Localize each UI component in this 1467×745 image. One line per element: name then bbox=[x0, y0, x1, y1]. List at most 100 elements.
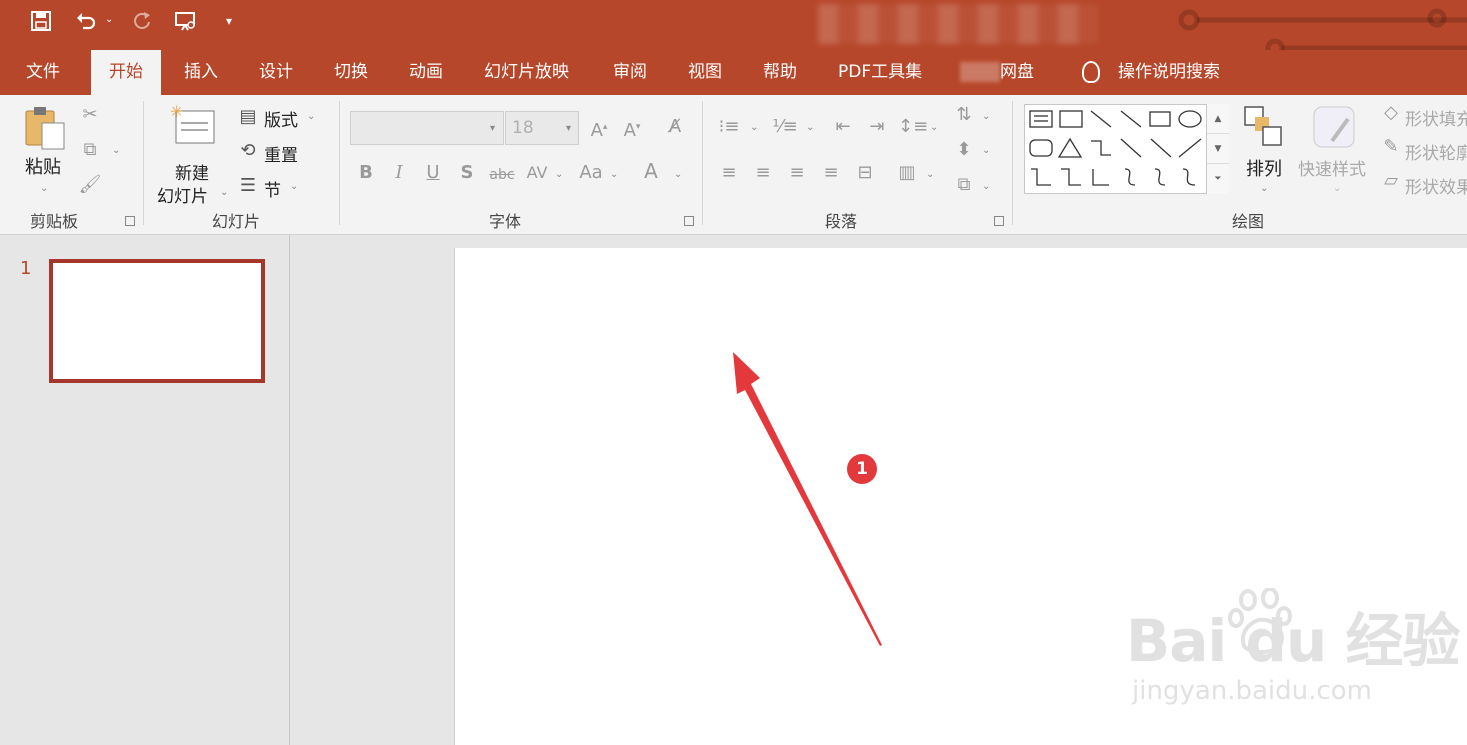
double-arrow-shape-icon[interactable] bbox=[1178, 138, 1202, 158]
decrease-indent-icon[interactable]: ⇤ bbox=[830, 117, 856, 137]
tab-pdf-tools[interactable]: PDF工具集 bbox=[838, 50, 922, 95]
copy-icon[interactable]: ⧉ bbox=[78, 140, 102, 160]
shape-outline-button[interactable]: 形状轮廓 bbox=[1405, 139, 1467, 164]
shadow-icon[interactable]: S bbox=[456, 163, 478, 183]
redo-icon[interactable] bbox=[128, 10, 156, 38]
tab-help[interactable]: 帮助 bbox=[763, 50, 797, 95]
tab-review[interactable]: 审阅 bbox=[613, 50, 647, 95]
font-size-dropdown-icon[interactable]: ▾ bbox=[566, 123, 571, 134]
diagonal-line-shape-icon[interactable] bbox=[1120, 138, 1142, 158]
tab-insert[interactable]: 插入 bbox=[184, 50, 218, 95]
align-right-icon[interactable]: ≡ bbox=[784, 163, 810, 183]
diagonal-arrow-shape-icon[interactable] bbox=[1150, 138, 1172, 158]
columns-icon[interactable]: ▥ bbox=[894, 163, 920, 183]
arrange-dropdown-icon[interactable]: ⌄ bbox=[1260, 183, 1268, 194]
align-text-dropdown-icon[interactable]: ⌄ bbox=[982, 145, 990, 156]
font-color-dropdown-icon[interactable]: ⌄ bbox=[674, 169, 682, 180]
undo-dropdown-icon[interactable]: ⌄ bbox=[105, 14, 113, 25]
line-spacing-icon[interactable]: ↕≡ bbox=[898, 117, 928, 137]
layout-button[interactable]: 版式 bbox=[264, 106, 298, 131]
font-launcher-icon[interactable] bbox=[684, 216, 694, 226]
font-name-dropdown-icon[interactable]: ▾ bbox=[490, 123, 495, 134]
underline-icon[interactable]: U bbox=[422, 163, 444, 183]
text-direction-dropdown-icon[interactable]: ⌄ bbox=[982, 111, 990, 122]
change-case-dropdown-icon[interactable]: ⌄ bbox=[610, 169, 618, 180]
tell-me-search[interactable]: 操作说明搜索 bbox=[1082, 50, 1220, 95]
shape-outline-icon[interactable]: ✎ bbox=[1380, 137, 1402, 157]
elbow-shape-icon[interactable] bbox=[1031, 168, 1051, 186]
italic-icon[interactable]: I bbox=[388, 163, 410, 183]
numbering-icon[interactable]: ⅟≡ bbox=[772, 117, 798, 137]
tab-design[interactable]: 设计 bbox=[259, 50, 293, 95]
numbering-dropdown-icon[interactable]: ⌄ bbox=[806, 122, 814, 133]
section-dropdown-icon[interactable]: ⌄ bbox=[290, 181, 298, 192]
vertical-textbox-shape-icon[interactable] bbox=[1059, 110, 1083, 128]
new-slide-icon[interactable]: ✳ bbox=[168, 102, 218, 151]
undo-icon[interactable] bbox=[72, 10, 100, 38]
paragraph-launcher-icon[interactable] bbox=[994, 216, 1004, 226]
shapes-gallery[interactable] bbox=[1024, 104, 1229, 194]
font-name-combo[interactable] bbox=[350, 111, 504, 145]
bold-icon[interactable]: B bbox=[355, 163, 377, 183]
tab-animations[interactable]: 动画 bbox=[409, 50, 443, 95]
save-icon[interactable] bbox=[27, 10, 55, 38]
section-icon[interactable]: ☰ bbox=[236, 176, 260, 196]
paste-dropdown-icon[interactable]: ⌄ bbox=[40, 183, 48, 194]
bullets-icon[interactable]: ⁝≡ bbox=[716, 117, 742, 137]
curved-double-arrow-shape-icon[interactable] bbox=[1182, 168, 1196, 186]
tab-view[interactable]: 视图 bbox=[688, 50, 722, 95]
textbox-shape-icon[interactable] bbox=[1029, 110, 1053, 128]
char-spacing-icon[interactable]: AV bbox=[524, 163, 550, 183]
smartart-dropdown-icon[interactable]: ⌄ bbox=[982, 181, 990, 192]
section-button[interactable]: 节 bbox=[264, 176, 281, 201]
arrange-button[interactable]: 排列 bbox=[1246, 155, 1282, 181]
paste-icon[interactable] bbox=[24, 105, 68, 151]
line-shape-icon[interactable] bbox=[1090, 110, 1112, 128]
rectangle-shape-icon[interactable] bbox=[1149, 111, 1171, 127]
quick-styles-button[interactable]: 快速样式 bbox=[1298, 155, 1366, 180]
oval-shape-icon[interactable] bbox=[1178, 110, 1202, 128]
align-text-icon[interactable]: ⬍ bbox=[950, 140, 978, 160]
bullets-dropdown-icon[interactable]: ⌄ bbox=[750, 122, 758, 133]
shape-effects-icon[interactable]: ▱ bbox=[1380, 171, 1402, 191]
clear-format-icon[interactable]: A̸ bbox=[663, 117, 687, 137]
tab-netdisk[interactable]: 网盘 bbox=[960, 50, 1034, 95]
quick-styles-dropdown-icon[interactable]: ⌄ bbox=[1333, 183, 1341, 194]
layout-icon[interactable]: ▤ bbox=[236, 107, 260, 127]
shape-effects-button[interactable]: 形状效果 bbox=[1405, 173, 1467, 198]
customize-icon[interactable]: ▾ bbox=[226, 14, 232, 28]
tab-file[interactable]: 文件 bbox=[26, 50, 60, 95]
cut-icon[interactable]: ✂ bbox=[78, 105, 102, 125]
elbow-connector-shape-icon[interactable] bbox=[1091, 140, 1111, 156]
tab-transitions[interactable]: 切换 bbox=[334, 50, 368, 95]
shape-fill-icon[interactable]: ◇ bbox=[1380, 103, 1402, 123]
align-center-icon[interactable]: ≡ bbox=[750, 163, 776, 183]
quick-styles-icon[interactable] bbox=[1312, 105, 1358, 149]
shape-fill-button[interactable]: 形状填充 bbox=[1405, 105, 1467, 130]
rounded-rect-shape-icon[interactable] bbox=[1029, 139, 1053, 157]
text-direction-icon[interactable]: ⇅ bbox=[950, 105, 978, 125]
columns-dropdown-icon[interactable]: ⌄ bbox=[926, 169, 934, 180]
smartart-icon[interactable]: ⧉ bbox=[950, 175, 978, 195]
paste-button[interactable]: 粘贴 bbox=[25, 153, 61, 179]
strikethrough-icon[interactable]: abc bbox=[488, 165, 516, 185]
increase-indent-icon[interactable]: ⇥ bbox=[864, 117, 890, 137]
tab-slideshow[interactable]: 幻灯片放映 bbox=[484, 50, 569, 95]
gallery-down-icon[interactable]: ▼ bbox=[1207, 134, 1229, 164]
new-slide-label-line2[interactable]: 幻灯片 bbox=[157, 182, 208, 207]
curved-arrow-shape-icon[interactable] bbox=[1154, 168, 1166, 186]
gallery-more-icon[interactable]: ⏷ bbox=[1207, 164, 1229, 194]
elbow-double-arrow-shape-icon[interactable] bbox=[1092, 169, 1109, 186]
increase-font-icon[interactable]: A▴ bbox=[587, 117, 611, 141]
gallery-up-icon[interactable]: ▲ bbox=[1207, 104, 1229, 134]
new-slide-dropdown-icon[interactable]: ⌄ bbox=[220, 187, 228, 198]
decrease-font-icon[interactable]: A▾ bbox=[620, 117, 644, 141]
justify-icon[interactable]: ≡ bbox=[818, 163, 844, 183]
arrange-icon[interactable] bbox=[1241, 105, 1285, 149]
change-case-icon[interactable]: Aa bbox=[577, 163, 605, 183]
present-icon[interactable] bbox=[172, 10, 200, 38]
reset-button[interactable]: 重置 bbox=[264, 141, 298, 166]
reset-icon[interactable]: ⟲ bbox=[236, 141, 260, 161]
font-color-icon[interactable]: A bbox=[640, 161, 662, 181]
clipboard-launcher-icon[interactable] bbox=[125, 216, 135, 226]
